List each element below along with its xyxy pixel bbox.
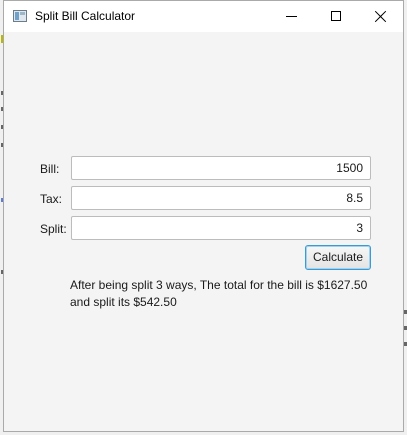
app-icon bbox=[13, 10, 27, 22]
maximize-icon bbox=[331, 11, 341, 21]
tax-input[interactable]: 8.5 bbox=[71, 186, 371, 210]
close-icon bbox=[374, 10, 387, 23]
result-line-2: and split its $542.50 bbox=[70, 295, 177, 309]
title-bar[interactable]: Split Bill Calculator bbox=[4, 1, 403, 32]
close-button[interactable] bbox=[358, 1, 404, 32]
bill-input[interactable]: 1500 bbox=[71, 156, 371, 180]
minimize-button[interactable] bbox=[268, 1, 314, 32]
split-bill-window: Split Bill Calculator Bill: 1500 Tax: 8.… bbox=[3, 0, 404, 432]
split-input[interactable]: 3 bbox=[71, 216, 371, 240]
tax-label: Tax: bbox=[40, 192, 63, 206]
calculate-button[interactable]: Calculate bbox=[305, 245, 371, 270]
bill-label: Bill: bbox=[40, 162, 60, 176]
result-line-1: After being split 3 ways, The total for … bbox=[70, 278, 368, 292]
minimize-icon bbox=[286, 16, 297, 17]
split-label: Split: bbox=[40, 222, 67, 236]
result-text: After being split 3 ways, The total for … bbox=[70, 277, 390, 311]
maximize-button[interactable] bbox=[314, 1, 360, 32]
window-title: Split Bill Calculator bbox=[35, 9, 136, 23]
